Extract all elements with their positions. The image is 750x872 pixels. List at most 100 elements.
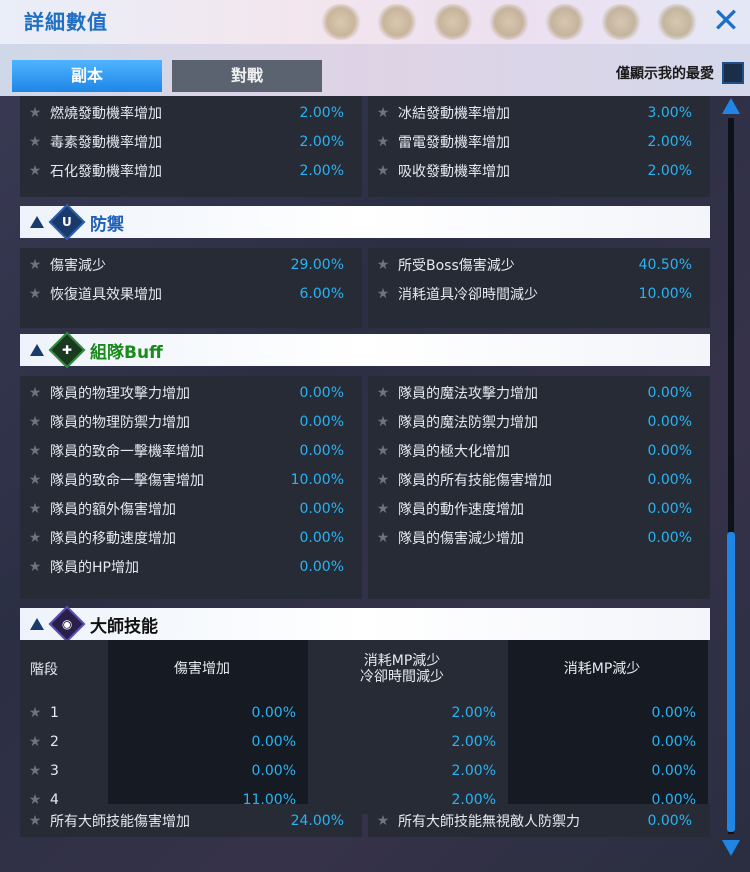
stat-name: 隊員的物理攻擊力增加 [50,385,190,402]
stat-name: 隊員的物理防禦力增加 [50,414,190,431]
section-header-party-buff[interactable]: ✚ 組隊Buff [20,331,710,369]
table-row: ★ 3 0.00% 2.00% 0.00% [20,756,710,785]
stat-name: 消耗道具冷卻時間減少 [398,286,538,303]
stat-row: ★ 隊員的傷害減少增加 0.00% [368,523,710,552]
star-icon[interactable]: ★ [368,134,398,150]
stat-row: ★ 毒素發動機率增加 2.00% [20,127,362,156]
stat-value: 2.00% [299,104,344,121]
star-icon[interactable]: ★ [20,705,50,721]
star-icon[interactable]: ★ [368,257,398,273]
star-icon[interactable]: ★ [368,163,398,179]
stat-name: 石化發動機率增加 [50,163,162,180]
stat-value: 0.00% [647,442,692,459]
stage-label: 2 [50,733,59,750]
stat-value: 2.00% [647,162,692,179]
star-icon[interactable]: ★ [20,559,50,575]
emblem-icon [600,4,642,40]
stat-row: ★ 所受Boss傷害減少 40.50% [368,250,710,279]
star-icon[interactable]: ★ [20,813,50,829]
stat-name: 隊員的魔法防禦力增加 [398,414,538,431]
star-icon[interactable]: ★ [20,734,50,750]
master-emblem-icon: ◉ [48,605,86,643]
stats-window: 詳細數值 ✕ 副本 對戰 僅顯示我的最愛 ★ 燃燒發動機率增加 2.00% ★ 毒素發… [0,0,750,872]
emblem-icon [656,4,698,40]
star-icon[interactable]: ★ [20,414,50,430]
star-icon[interactable]: ★ [368,385,398,401]
stat-name: 隊員的傷害減少增加 [398,530,524,547]
column-header: 傷害增加 [108,640,308,698]
star-icon[interactable]: ★ [20,163,50,179]
favorite-checkbox[interactable] [722,62,744,84]
favorite-toggle[interactable]: 僅顯示我的最愛 [616,62,744,84]
stat-row: ★ 隊員的致命一擊機率增加 0.00% [20,436,362,465]
star-icon[interactable]: ★ [20,286,50,302]
stage-label: 1 [50,704,59,721]
collapse-triangle-icon[interactable] [30,344,44,356]
tab-dungeon[interactable]: 副本 [12,60,162,92]
stats-content: ★ 燃燒發動機率增加 2.00% ★ 毒素發動機率增加 2.00% ★ 石化發動機率增加 2… [20,96,710,856]
table-cell: 0.00% [651,762,696,779]
emblem-icon [376,4,418,40]
star-icon[interactable]: ★ [368,472,398,488]
close-icon[interactable]: ✕ [708,4,744,40]
star-icon[interactable]: ★ [368,813,398,829]
star-icon[interactable]: ★ [20,443,50,459]
section-title: 組隊Buff [90,342,163,363]
stat-row: ★ 隊員的額外傷害增加 0.00% [20,494,362,523]
stat-column-left: ★ 隊員的物理攻擊力增加 0.00% ★ 隊員的物理防禦力增加 0.00% ★ 隊員的致命… [20,376,362,599]
stat-value: 0.00% [299,529,344,546]
stat-value: 0.00% [647,384,692,401]
star-icon[interactable]: ★ [368,443,398,459]
collapse-triangle-icon[interactable] [30,216,44,228]
stat-value: 0.00% [299,384,344,401]
star-icon[interactable]: ★ [20,105,50,121]
star-icon[interactable]: ★ [20,472,50,488]
stat-row: ★ 隊員的極大化增加 0.00% [368,436,710,465]
scroll-down-icon[interactable] [722,840,740,856]
stat-name: 雷電發動機率增加 [398,134,510,151]
emblem-icon [320,4,362,40]
favorite-label: 僅顯示我的最愛 [616,66,714,82]
star-icon[interactable]: ★ [20,385,50,401]
stat-name: 隊員的致命一擊機率增加 [50,443,204,460]
scroll-up-icon[interactable] [722,98,740,114]
stat-row: ★ 隊員的HP增加 0.00% [20,552,362,581]
defense-block: ★ 傷害減少 29.00% ★ 恢復道具效果增加 6.00% ★ 所受Boss傷害減少 40… [20,248,710,328]
star-icon[interactable]: ★ [368,530,398,546]
stat-name: 恢復道具效果增加 [50,286,162,303]
star-icon[interactable]: ★ [368,501,398,517]
stat-row: ★ 燃燒發動機率增加 2.00% [20,98,362,127]
stat-value: 0.00% [299,558,344,575]
scrollbar[interactable] [720,96,742,858]
star-icon[interactable]: ★ [20,501,50,517]
stat-name: 吸收發動機率增加 [398,163,510,180]
plus-cross-icon: ✚ [48,331,86,369]
section-header-defense[interactable]: U 防禦 [20,203,710,241]
stat-value: 0.00% [647,812,692,829]
star-icon[interactable]: ★ [368,414,398,430]
stat-name: 冰結發動機率增加 [398,105,510,122]
emblem-icon [544,4,586,40]
star-icon[interactable]: ★ [20,530,50,546]
tab-pvp[interactable]: 對戰 [172,60,322,92]
stat-row: ★ 恢復道具效果增加 6.00% [20,279,362,308]
stat-column-right: ★ 冰結發動機率增加 3.00% ★ 雷電發動機率增加 2.00% ★ 吸收發動機率增加 2… [368,96,710,197]
star-icon[interactable]: ★ [20,134,50,150]
table-cell: 0.00% [251,733,296,750]
collapse-triangle-icon[interactable] [30,618,44,630]
star-icon[interactable]: ★ [368,286,398,302]
table-cell: 2.00% [451,704,496,721]
scroll-thumb[interactable] [727,532,735,832]
star-icon[interactable]: ★ [20,257,50,273]
stat-row: ★ 雷電發動機率增加 2.00% [368,127,710,156]
stat-row: ★ 隊員的移動速度增加 0.00% [20,523,362,552]
star-icon[interactable]: ★ [368,105,398,121]
stat-name: 所受Boss傷害減少 [398,257,515,274]
stat-value: 40.50% [638,256,692,273]
stat-name: 隊員的致命一擊傷害增加 [50,472,204,489]
stat-value: 0.00% [647,471,692,488]
table-row: ★ 2 0.00% 2.00% 0.00% [20,727,710,756]
stat-value: 0.00% [299,442,344,459]
star-icon[interactable]: ★ [20,763,50,779]
section-header-master-skill[interactable]: ◉ 大師技能 [20,605,710,643]
